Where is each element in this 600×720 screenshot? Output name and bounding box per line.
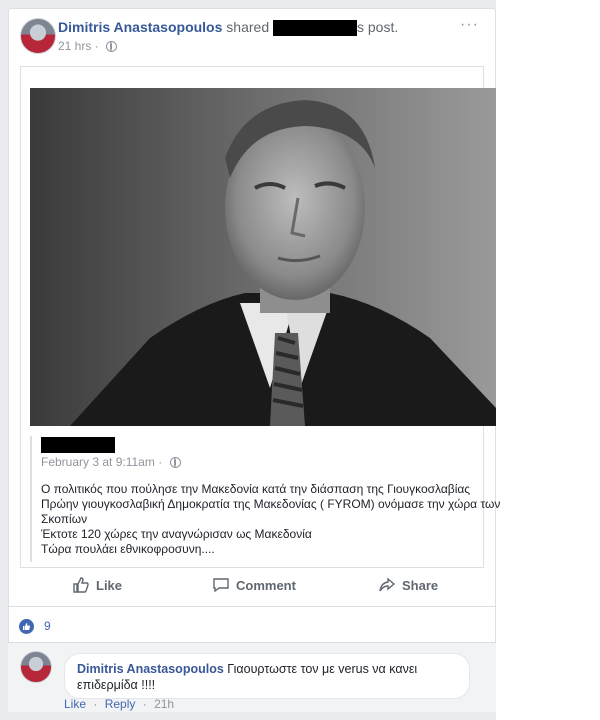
post-text-line: Ο πολιτικός που πούλησε την Μακεδονία κα… xyxy=(41,482,471,496)
author-avatar[interactable] xyxy=(20,18,56,54)
comment-time[interactable]: 21h xyxy=(154,697,174,711)
reactions-row[interactable]: 9 xyxy=(8,606,496,642)
like-reaction-icon xyxy=(19,619,34,634)
comment-icon xyxy=(213,578,229,593)
more-options-icon[interactable]: ··· xyxy=(460,16,479,34)
redacted-name xyxy=(273,20,357,37)
globe-icon xyxy=(169,457,181,469)
post-timestamp[interactable]: 21 hrs · xyxy=(58,39,118,53)
like-button[interactable]: Like xyxy=(72,576,122,594)
shared-label: shared xyxy=(226,19,270,35)
post-text-line: Σκοπίων xyxy=(41,512,88,526)
comment-actions: Like · Reply · 21h xyxy=(64,697,175,711)
post-photo[interactable] xyxy=(30,88,496,426)
comment-like-link[interactable]: Like xyxy=(64,697,86,711)
quote-bar xyxy=(30,436,32,562)
thumbs-up-icon xyxy=(73,577,89,593)
post-text-line: Πρώην γιουγκοσλαβική Δημοκρατία της Μακε… xyxy=(41,497,501,511)
post-suffix[interactable]: s post. xyxy=(357,19,398,35)
thumbs-up-icon xyxy=(23,623,30,630)
shared-post-text: Ο πολιτικός που πούλησε την Μακεδονία κα… xyxy=(41,482,501,557)
post-header: Dimitris Anastasopoulos shared s post. xyxy=(58,19,398,37)
shared-post-time[interactable]: February 3 at 9:11am xyxy=(41,455,155,469)
commenter-avatar[interactable] xyxy=(20,651,52,683)
shared-post-timestamp[interactable]: February 3 at 9:11am · xyxy=(41,455,181,469)
share-label: Share xyxy=(402,577,439,593)
right-background xyxy=(496,0,600,720)
comment-label: Comment xyxy=(236,577,296,593)
redacted-shared-author xyxy=(41,437,115,453)
reaction-count[interactable]: 9 xyxy=(44,619,51,633)
author-name[interactable]: Dimitris Anastasopoulos xyxy=(58,19,222,35)
comment-reply-link[interactable]: Reply xyxy=(105,697,136,711)
like-label: Like xyxy=(96,577,123,593)
post-text-line: Έκτοτε 120 χώρες την αναγνώρισαν ως Μακε… xyxy=(41,527,312,541)
comment-text-line1: Γιαουρτωστε τον με verus να κανει xyxy=(227,662,418,676)
comment-button[interactable]: Comment xyxy=(212,576,296,594)
share-icon xyxy=(379,577,396,592)
post-text-line: Τώρα πουλάει εθνικοφροσυνη.... xyxy=(41,542,215,556)
comment-text-line2: επιδερμίδα !!!! xyxy=(77,678,156,692)
share-button[interactable]: Share xyxy=(378,576,438,594)
post-time[interactable]: 21 hrs xyxy=(58,39,91,53)
globe-icon xyxy=(106,41,118,53)
comment-bubble: Dimitris Anastasopoulos Γιαουρτωστε τον … xyxy=(64,653,470,699)
action-bar: Like Comment Share xyxy=(20,576,484,600)
comment-author[interactable]: Dimitris Anastasopoulos xyxy=(77,662,224,676)
photo-image xyxy=(30,88,496,426)
